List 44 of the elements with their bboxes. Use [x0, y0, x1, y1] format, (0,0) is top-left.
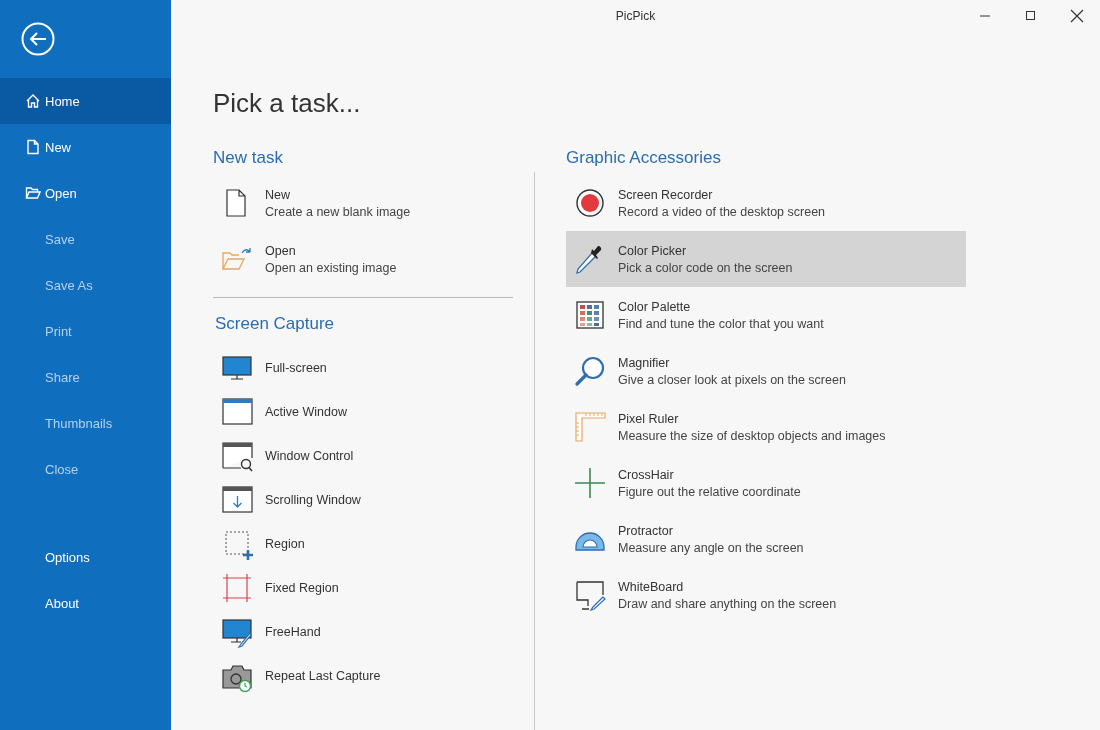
task-item[interactable]: Window Control	[213, 434, 513, 478]
window-title: PicPick	[615, 9, 656, 23]
task-item[interactable]: Pixel Ruler Measure the size of desktop objects and images	[566, 399, 966, 455]
sidebar-item[interactable]: Open	[0, 170, 171, 216]
sidebar-item[interactable]: Options	[0, 534, 171, 580]
task-item[interactable]: Protractor Measure any angle on the screen	[566, 511, 966, 567]
task-item[interactable]: Region	[213, 522, 513, 566]
task-item[interactable]: Active Window	[213, 390, 513, 434]
color-grid-icon	[574, 299, 606, 331]
ruler-icon	[574, 411, 606, 443]
monitor-pen-icon	[221, 616, 253, 648]
sidebar-item[interactable]: New	[0, 124, 171, 170]
section-heading: Graphic Accessories	[566, 147, 722, 169]
sidebar-item[interactable]: Home	[0, 78, 171, 124]
task-item[interactable]: WhiteBoard Draw and share anything on the screen	[566, 567, 966, 623]
task-item[interactable]: Full-screen	[213, 346, 513, 390]
back-button[interactable]	[21, 22, 55, 56]
task-item[interactable]: Screen Recorder Record a video of the desktop screen	[566, 175, 966, 231]
section-heading: New task	[213, 147, 284, 169]
task-item[interactable]: Open Open an existing image	[213, 231, 513, 287]
task-item[interactable]: Fixed Region	[213, 566, 513, 610]
task-item[interactable]: Color Palette Find and tune the color that you want	[566, 287, 966, 343]
crosshair-icon	[574, 467, 606, 499]
task-item[interactable]: New Create a new blank image	[213, 175, 513, 231]
task-item[interactable]: FreeHand	[213, 610, 513, 654]
maximize-icon	[1025, 10, 1037, 22]
crop-frame-icon	[221, 572, 253, 604]
close-icon	[1070, 9, 1084, 23]
window-magnifier-icon	[221, 440, 253, 472]
task-item[interactable]: Color Picker Pick a color code on the screen	[566, 231, 966, 287]
task-item[interactable]: Repeat Last Capture	[213, 654, 513, 698]
document-icon	[25, 139, 41, 155]
folder-icon	[25, 185, 41, 201]
page-title: Pick a task...	[213, 87, 362, 119]
home-icon	[25, 93, 41, 109]
sidebar-item[interactable]: About	[0, 580, 171, 626]
whiteboard-pen-icon	[574, 579, 606, 611]
magnifier-icon	[574, 355, 606, 387]
window-icon	[221, 396, 253, 428]
record-icon	[574, 187, 606, 219]
task-item[interactable]: CrossHair Figure out the relative coordinate	[566, 455, 966, 511]
task-item[interactable]: Scrolling Window	[213, 478, 513, 522]
section-heading: Screen Capture	[215, 313, 336, 335]
task-item[interactable]: Magnifier Give a closer look at pixels on the screen	[566, 343, 966, 399]
